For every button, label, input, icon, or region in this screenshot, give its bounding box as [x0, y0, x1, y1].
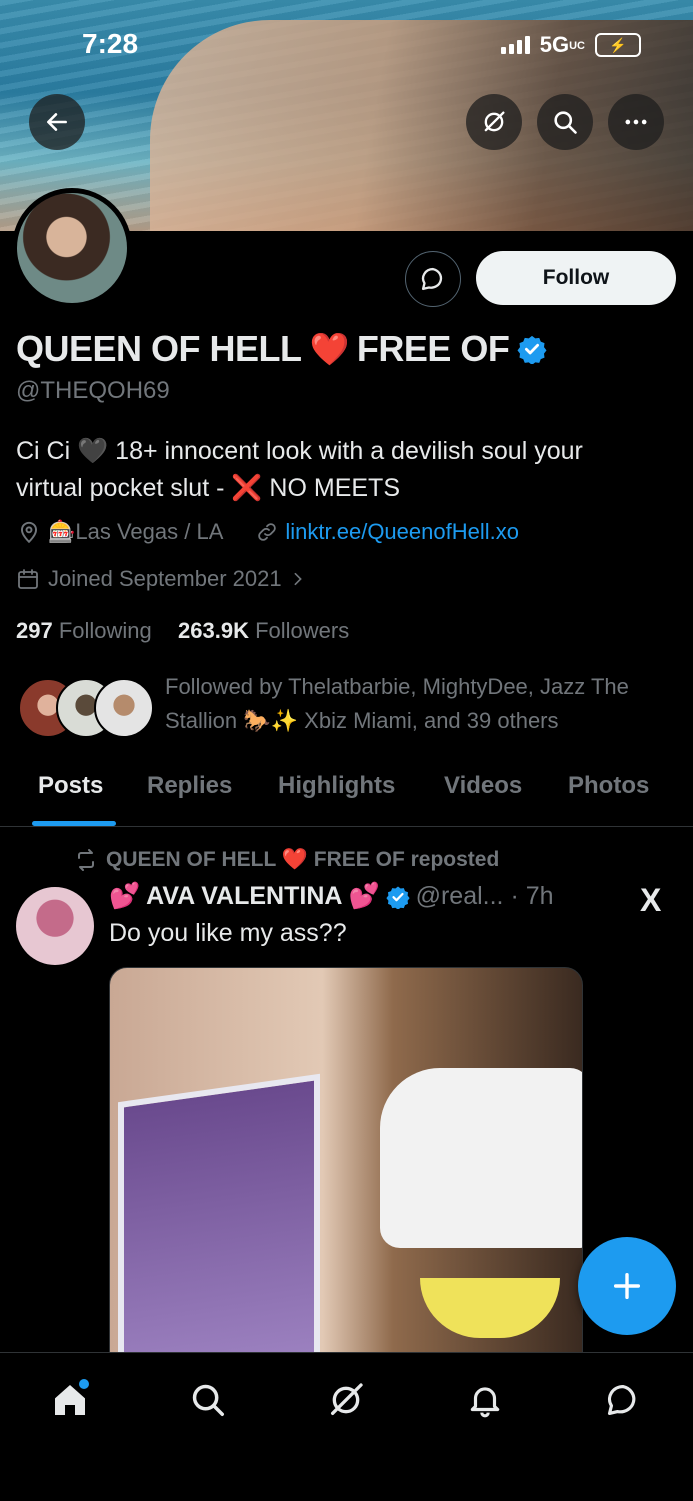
tab-videos[interactable]: Videos — [444, 772, 522, 800]
message-button[interactable] — [405, 251, 461, 307]
verified-badge-icon — [385, 886, 410, 909]
name-emoji: ❤️ — [309, 331, 350, 367]
network-label: 5GUC — [539, 32, 585, 57]
active-tab-indicator — [32, 821, 116, 826]
bio-line-1: Ci Ci 🖤 18+ innocent look with a devilis… — [16, 437, 583, 465]
profile-tabs: Posts Replies Highlights Videos Photos — [0, 760, 693, 827]
tab-replies[interactable]: Replies — [147, 772, 232, 800]
post-header: 💕 AVA VALENTINA 💕 @real... · 7h — [109, 882, 554, 911]
follow-button[interactable]: Follow — [476, 251, 676, 305]
followed-by-avatars[interactable] — [18, 678, 154, 738]
repost-icon — [78, 849, 94, 871]
signal-icon — [500, 36, 530, 54]
followers-link[interactable]: 263.9K Followers — [178, 618, 349, 643]
repost-label: QUEEN OF HELL ❤️ FREE OF reposted — [106, 848, 500, 871]
media-garment — [420, 1278, 560, 1338]
nav-messages[interactable] — [598, 1375, 648, 1425]
display-name-text: QUEEN OF HELL — [16, 328, 302, 369]
nav-notifications[interactable] — [460, 1375, 510, 1425]
following-link[interactable]: 297 Following — [16, 618, 152, 643]
plus-icon — [613, 1272, 641, 1300]
profile-location: 🎰Las Vegas / LA — [48, 519, 224, 544]
post-author-name[interactable]: 💕 AVA VALENTINA 💕 — [109, 882, 380, 911]
status-right: 5GUC ⚡ — [500, 32, 641, 58]
post-media[interactable] — [109, 967, 583, 1369]
compose-button[interactable] — [578, 1237, 676, 1335]
following-label: Following — [58, 618, 152, 643]
nav-home[interactable] — [45, 1375, 95, 1425]
follow-counts: 297 Following 263.9K Followers — [16, 618, 349, 644]
profile-handle: @THEQOH69 — [16, 377, 170, 404]
verified-badge-icon[interactable] — [517, 334, 547, 364]
following-count: 297 — [16, 618, 53, 643]
tab-posts[interactable]: Posts — [38, 772, 103, 800]
repost-indicator[interactable]: QUEEN OF HELL ❤️ FREE OF reposted — [74, 848, 499, 872]
followed-by-line-1: Followed by Thelatbarbie, MightyDee, Jaz… — [165, 674, 629, 699]
bottom-nav — [0, 1352, 693, 1501]
joined-row[interactable]: Joined September 2021 — [16, 566, 306, 592]
nav-grok[interactable] — [321, 1375, 371, 1425]
profile-avatar[interactable] — [12, 188, 132, 308]
more-icon — [625, 119, 647, 125]
nav-search[interactable] — [183, 1375, 233, 1425]
chevron-right-icon — [294, 572, 302, 586]
grok-icon — [484, 111, 505, 132]
followed-by-text[interactable]: Followed by Thelatbarbie, MightyDee, Jaz… — [165, 670, 675, 738]
search-button[interactable] — [537, 94, 593, 150]
tab-highlights[interactable]: Highlights — [278, 772, 395, 800]
followers-count: 263.9K — [178, 618, 249, 643]
status-bar: 7:28 5GUC ⚡ — [0, 28, 693, 64]
bio-line-2: virtual pocket slut - ❌ NO MEETS — [16, 474, 400, 502]
profile-meta: 🎰Las Vegas / LA linktr.ee/QueenofHell.xo — [16, 519, 519, 545]
followers-label: Followers — [255, 618, 350, 643]
message-icon — [421, 267, 443, 291]
location-pin-icon — [20, 521, 38, 544]
joined-date: Joined September 2021 — [48, 566, 282, 591]
display-name: QUEEN OF HELL ❤️ FREE OF — [16, 328, 547, 370]
media-mirror — [118, 1073, 320, 1368]
profile-bio: Ci Ci 🖤 18+ innocent look with a devilis… — [16, 433, 656, 507]
more-button[interactable] — [608, 94, 664, 150]
followed-by-line-2: Stallion 🐎✨ Xbiz Miami, and 39 others — [165, 708, 559, 733]
calendar-icon — [18, 569, 38, 589]
battery-icon: ⚡ — [595, 33, 641, 57]
search-icon — [192, 1384, 224, 1416]
status-time: 7:28 — [82, 28, 139, 59]
grok-button[interactable] — [466, 94, 522, 150]
x-logo-icon[interactable]: X — [640, 882, 661, 919]
grok-icon — [331, 1383, 363, 1415]
link-icon — [258, 523, 277, 541]
display-name-suffix: FREE OF — [356, 328, 510, 369]
post-author-avatar[interactable] — [16, 887, 94, 965]
tab-photos[interactable]: Photos — [568, 772, 649, 800]
avatar — [94, 678, 154, 738]
message-icon — [607, 1384, 636, 1416]
post-text: Do you like my ass?? — [109, 919, 347, 947]
profile-link[interactable]: linktr.ee/QueenofHell.xo — [285, 519, 519, 545]
back-button[interactable] — [29, 94, 85, 150]
post-meta: @real... · 7h — [415, 882, 554, 910]
avatar-image — [17, 193, 127, 303]
search-icon — [554, 111, 577, 134]
notification-dot — [79, 1379, 89, 1389]
arrow-left-icon — [47, 113, 67, 131]
bell-icon — [470, 1387, 500, 1418]
media-shirt — [380, 1068, 582, 1248]
